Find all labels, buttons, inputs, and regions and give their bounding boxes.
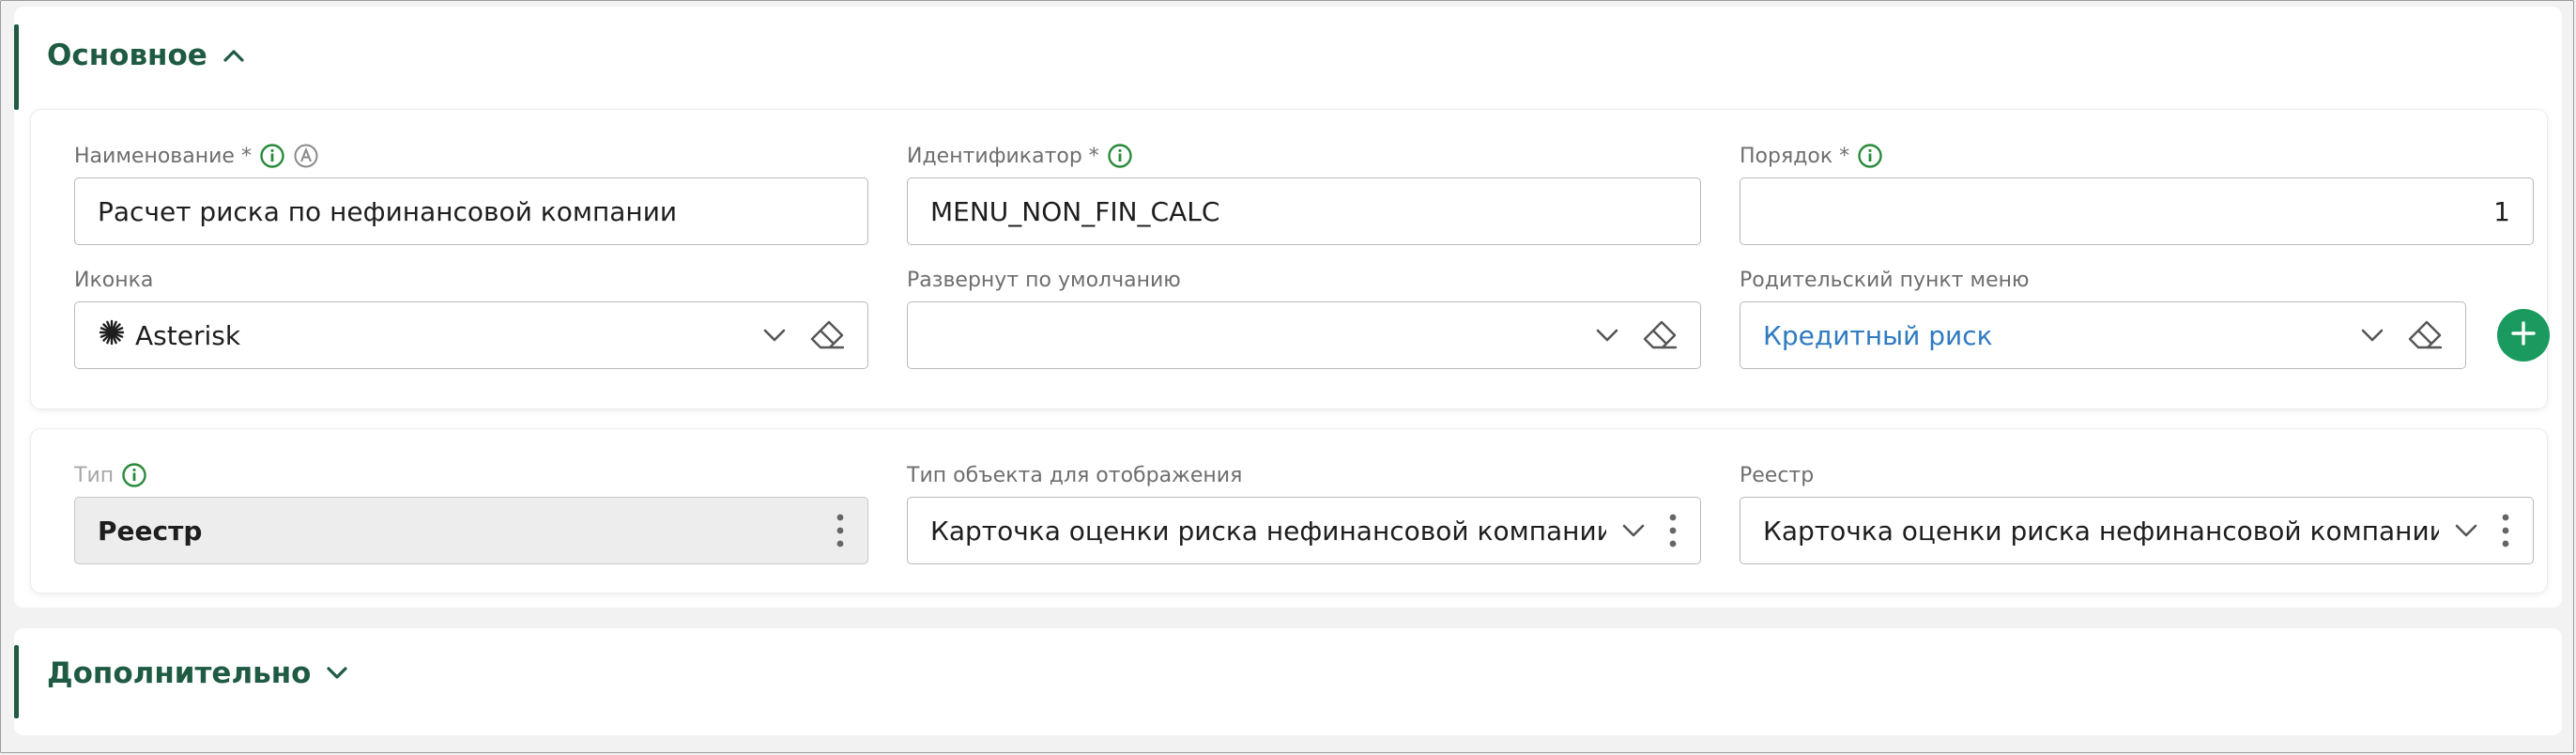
type-label: Тип bbox=[74, 463, 147, 487]
registry-select-controls bbox=[2454, 512, 2510, 549]
a-circle-icon[interactable] bbox=[293, 143, 319, 169]
eraser-icon[interactable] bbox=[1642, 319, 1678, 351]
kebab-icon[interactable] bbox=[836, 512, 845, 549]
form-frame: Основное Наименование * Расчет риска по … bbox=[0, 0, 2574, 753]
chevron-down-icon[interactable] bbox=[1595, 328, 1619, 343]
chevron-down-icon[interactable] bbox=[2454, 523, 2478, 538]
identifier-label-text: Идентификатор * bbox=[907, 144, 1099, 168]
object-type-select-controls bbox=[1621, 512, 1678, 549]
plus-icon bbox=[2509, 319, 2538, 351]
registry-select-value: Карточка оценки риска нефинансовой компа… bbox=[1763, 515, 2439, 547]
type-input-value: Реестр bbox=[98, 515, 203, 547]
identifier-label: Идентификатор * bbox=[907, 144, 1133, 168]
section-extra-title: Дополнительно bbox=[47, 656, 312, 690]
order-label: Порядок * bbox=[1740, 144, 1883, 168]
expanded-select[interactable] bbox=[907, 301, 1701, 369]
section-extra: Дополнительно bbox=[14, 628, 2562, 735]
section-extra-header[interactable]: Дополнительно bbox=[47, 656, 348, 690]
parent-menu-label: Родительский пункт меню bbox=[1740, 268, 2030, 292]
identifier-input-value: MENU_NON_FIN_CALC bbox=[930, 195, 1220, 227]
expanded-label: Развернут по умолчанию bbox=[907, 268, 1181, 292]
icon-label: Иконка bbox=[74, 268, 153, 292]
chevron-down-icon[interactable] bbox=[1621, 523, 1646, 538]
info-icon[interactable] bbox=[1107, 143, 1133, 169]
kebab-icon[interactable] bbox=[1668, 512, 1678, 549]
registry-select[interactable]: Карточка оценки риска нефинансовой компа… bbox=[1740, 497, 2534, 564]
type-fields-card: Тип Реестр Тип объекта для отображения К… bbox=[31, 429, 2547, 593]
info-icon[interactable] bbox=[259, 143, 285, 169]
chevron-down-icon[interactable] bbox=[762, 328, 787, 343]
expanded-select-controls bbox=[1595, 319, 1678, 351]
chevron-down-icon[interactable] bbox=[2360, 328, 2384, 343]
parent-menu-label-text: Родительский пункт меню bbox=[1740, 268, 2030, 292]
icon-select[interactable]: Asterisk bbox=[74, 301, 868, 369]
name-label-text: Наименование * bbox=[74, 144, 252, 168]
icon-label-text: Иконка bbox=[74, 268, 154, 292]
info-icon[interactable] bbox=[1857, 143, 1883, 169]
order-input[interactable]: 1 bbox=[1740, 177, 2534, 245]
type-label-text: Тип bbox=[74, 463, 115, 487]
section-accent-bar bbox=[14, 24, 19, 110]
name-label: Наименование * bbox=[74, 144, 319, 168]
eraser-icon[interactable] bbox=[809, 319, 845, 351]
type-input-controls bbox=[836, 512, 845, 549]
object-type-label: Тип объекта для отображения bbox=[907, 463, 1242, 487]
order-label-text: Порядок * bbox=[1740, 144, 1850, 168]
icon-select-controls bbox=[762, 319, 845, 351]
add-parent-button[interactable] bbox=[2497, 309, 2550, 362]
registry-label: Реестр bbox=[1740, 463, 1814, 487]
section-main: Основное Наименование * Расчет риска по … bbox=[14, 7, 2562, 608]
parent-menu-select-value[interactable]: Кредитный риск bbox=[1763, 320, 2345, 351]
object-type-select[interactable]: Карточка оценки риска нефинансовой компа… bbox=[907, 497, 1701, 564]
chevron-up-icon[interactable] bbox=[222, 48, 245, 63]
chevron-down-icon[interactable] bbox=[326, 666, 348, 681]
object-type-select-value: Карточка оценки риска нефинансовой компа… bbox=[930, 515, 1606, 547]
name-input-value: Расчет риска по нефинансовой компании bbox=[98, 195, 678, 227]
registry-label-text: Реестр bbox=[1740, 463, 1815, 487]
kebab-icon[interactable] bbox=[2501, 512, 2510, 549]
section-main-header[interactable]: Основное bbox=[47, 39, 245, 72]
asterisk-icon bbox=[98, 318, 126, 353]
type-input: Реестр bbox=[74, 497, 868, 564]
eraser-icon[interactable] bbox=[2407, 319, 2443, 351]
parent-menu-select[interactable]: Кредитный риск bbox=[1740, 301, 2466, 369]
section-main-title: Основное bbox=[47, 39, 207, 72]
icon-select-value: Asterisk bbox=[135, 319, 241, 351]
main-fields-card: Наименование * Расчет риска по нефинансо… bbox=[31, 110, 2550, 408]
object-type-label-text: Тип объекта для отображения bbox=[907, 463, 1243, 487]
section-accent-bar bbox=[14, 645, 19, 718]
name-input[interactable]: Расчет риска по нефинансовой компании bbox=[74, 177, 868, 245]
order-input-value: 1 bbox=[2493, 195, 2510, 227]
expanded-label-text: Развернут по умолчанию bbox=[907, 268, 1181, 292]
parent-menu-select-controls bbox=[2360, 319, 2443, 351]
info-icon[interactable] bbox=[121, 462, 147, 488]
identifier-input[interactable]: MENU_NON_FIN_CALC bbox=[907, 177, 1701, 245]
